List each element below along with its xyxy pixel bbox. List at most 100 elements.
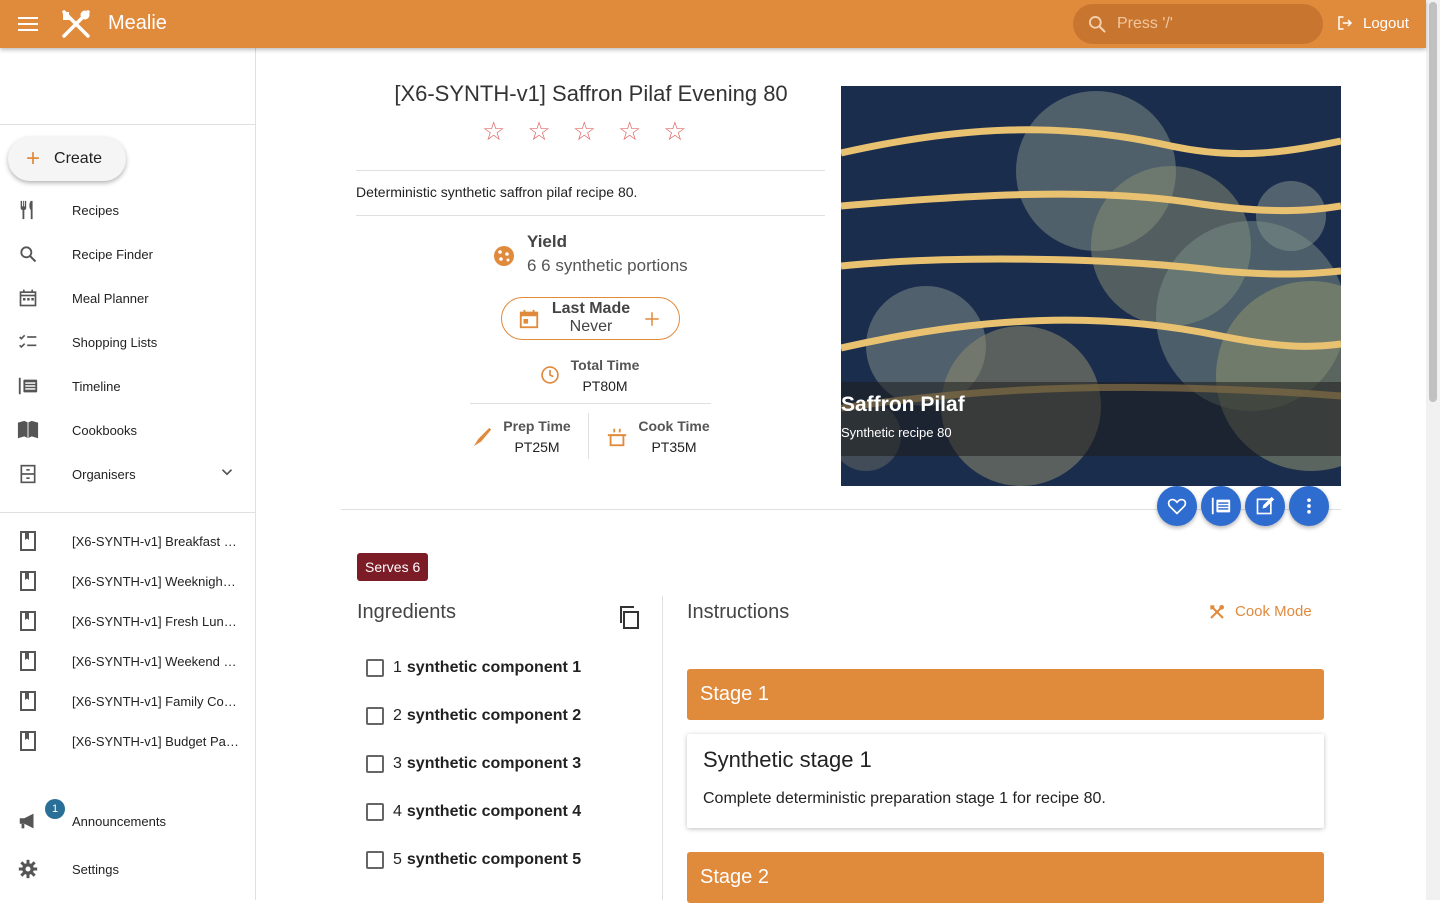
ingredient-item[interactable]: 5 synthetic component 5	[366, 851, 581, 869]
ingredient-item[interactable]: 2 synthetic component 2	[366, 707, 581, 725]
calendar-icon	[16, 286, 40, 310]
checklist-icon	[16, 330, 40, 354]
serves-chip[interactable]: Serves 6	[357, 553, 429, 581]
gear-icon	[16, 857, 40, 881]
sidebar-cookbook-item[interactable]: [X6-SYNTH-v1] Budget Pa…	[0, 719, 255, 763]
knife-icon	[473, 427, 492, 447]
heart-icon	[1167, 498, 1187, 515]
sidebar-divider	[0, 512, 255, 513]
sidebar-item-recipes[interactable]: Recipes	[0, 188, 255, 232]
timeline-icon	[16, 374, 40, 398]
calendar-icon	[519, 309, 539, 329]
ingredient-item[interactable]: 1 synthetic component 1	[366, 659, 581, 677]
column-divider	[662, 596, 663, 900]
stage-header[interactable]: Stage 2	[687, 852, 1324, 903]
ingredient-item[interactable]: 4 synthetic component 4	[366, 803, 581, 821]
sidebar-item-label: Shopping Lists	[72, 334, 158, 350]
cook-time-label: Cook Time	[638, 418, 710, 434]
copy-icon[interactable]	[617, 605, 641, 634]
sidebar-item-cookbooks[interactable]: Cookbooks	[0, 408, 255, 452]
ingredient-checkbox[interactable]	[366, 707, 384, 725]
yield-value: 6 6 synthetic portions	[527, 256, 688, 275]
rating-stars[interactable]: ☆ ☆ ☆ ☆ ☆	[482, 118, 687, 144]
sidebar-cookbook-item[interactable]: [X6-SYNTH-v1] Weeknigh…	[0, 559, 255, 603]
star-icon[interactable]: ☆	[527, 118, 550, 144]
search-icon	[16, 242, 40, 266]
timeline-button[interactable]	[1201, 486, 1241, 526]
yield-block: Yield 6 6 synthetic portions	[492, 232, 688, 276]
mealie-logo-icon[interactable]	[60, 8, 92, 40]
ingredient-checkbox[interactable]	[366, 755, 384, 773]
cook-mode-button[interactable]: Cook Mode	[1209, 603, 1312, 620]
fork-knife-icon	[1210, 604, 1224, 619]
search-box[interactable]	[1073, 4, 1323, 44]
sidebar-item-shopping-lists[interactable]: Shopping Lists	[0, 320, 255, 364]
stage-text: Complete deterministic preparation stage…	[703, 790, 1106, 807]
plus-icon	[645, 312, 659, 326]
sidebar-cookbook-label: [X6-SYNTH-v1] Weekend …	[72, 653, 237, 669]
bookmark-book-icon	[16, 569, 40, 593]
fork-knife-icon	[16, 198, 40, 222]
bookmark-book-icon	[16, 649, 40, 673]
create-label: Create	[54, 150, 103, 167]
edit-button[interactable]	[1245, 486, 1285, 526]
star-icon[interactable]: ☆	[618, 118, 641, 144]
clock-icon	[541, 366, 559, 384]
sidebar-item-meal-planner[interactable]: Meal Planner	[0, 276, 255, 320]
ingredient-name: synthetic component 5	[406, 851, 582, 868]
announcements-badge: 1	[45, 799, 65, 819]
ingredient-name: synthetic component 3	[406, 755, 582, 772]
sidebar-item-label: Recipe Finder	[72, 246, 153, 262]
search-input[interactable]	[1117, 15, 1307, 33]
ingredient-qty: 3	[393, 755, 402, 772]
page-scrollbar[interactable]	[1426, 0, 1440, 900]
app-title[interactable]: Mealie	[108, 12, 167, 35]
scrollbar-thumb[interactable]	[1429, 2, 1437, 402]
sidebar-cookbook-item[interactable]: [X6-SYNTH-v1] Weekend …	[0, 639, 255, 683]
cook-mode-label: Cook Mode	[1235, 603, 1312, 620]
create-button[interactable]: + Create	[8, 137, 126, 181]
sidebar-cookbook-item[interactable]: [X6-SYNTH-v1] Family Co…	[0, 679, 255, 723]
sidebar-item-label: Recipes	[72, 202, 119, 218]
star-icon[interactable]: ☆	[663, 118, 686, 144]
sidebar-cookbook-label: [X6-SYNTH-v1] Weeknigh…	[72, 573, 236, 589]
timeline-icon	[1211, 497, 1231, 515]
sidebar-cookbook-item[interactable]: [X6-SYNTH-v1] Fresh Lun…	[0, 599, 255, 643]
chevron-down-icon[interactable]	[218, 463, 236, 486]
sidebar-item-label: Announcements	[72, 813, 166, 829]
logout-button[interactable]: Logout	[1336, 14, 1409, 32]
sidebar-item-organisers[interactable]: Organisers	[0, 452, 255, 496]
sidebar-item-recipe-finder[interactable]: Recipe Finder	[0, 232, 255, 276]
ingredient-checkbox[interactable]	[366, 659, 384, 677]
sidebar-item-timeline[interactable]: Timeline	[0, 364, 255, 408]
sidebar-item-announcements[interactable]: 1 Announcements	[0, 799, 255, 843]
ingredient-name: synthetic component 4	[406, 803, 582, 820]
instructions-heading: Instructions	[687, 601, 790, 623]
yield-label: Yield	[527, 232, 567, 251]
recipe-image: Saffron Pilaf Synthetic recipe 80	[841, 86, 1341, 486]
total-time-value: PT80M	[582, 378, 628, 394]
star-icon[interactable]: ☆	[573, 118, 596, 144]
menu-icon[interactable]	[16, 12, 40, 36]
logout-icon	[1338, 16, 1353, 30]
ingredient-checkbox[interactable]	[366, 803, 384, 821]
prep-time-value: PT25M	[514, 439, 560, 455]
prep-time: Prep Time PT25M	[496, 418, 578, 455]
sidebar-cookbook-item[interactable]: [X6-SYNTH-v1] Breakfast …	[0, 519, 255, 563]
ingredient-qty: 4	[393, 803, 402, 820]
stage-header[interactable]: Stage 1	[687, 669, 1324, 720]
sidebar-divider	[0, 124, 255, 125]
more-options-button[interactable]	[1289, 486, 1329, 526]
image-subtitle: Synthetic recipe 80	[841, 425, 952, 440]
ingredient-checkbox[interactable]	[366, 851, 384, 869]
sidebar-cookbook-label: [X6-SYNTH-v1] Budget Pa…	[72, 733, 239, 749]
sidebar-item-label: Organisers	[72, 466, 136, 482]
star-icon[interactable]: ☆	[482, 118, 505, 144]
stage-card[interactable]: Synthetic stage 1 Complete deterministic…	[687, 734, 1324, 828]
last-made-button[interactable]: Last Made Never	[501, 297, 680, 340]
sidebar-cookbook-label: [X6-SYNTH-v1] Fresh Lun…	[72, 613, 237, 629]
ingredient-item[interactable]: 3 synthetic component 3	[366, 755, 581, 773]
sidebar-item-settings[interactable]: Settings	[0, 847, 255, 891]
sidebar-item-label: Meal Planner	[72, 290, 149, 306]
favorite-button[interactable]	[1157, 486, 1197, 526]
